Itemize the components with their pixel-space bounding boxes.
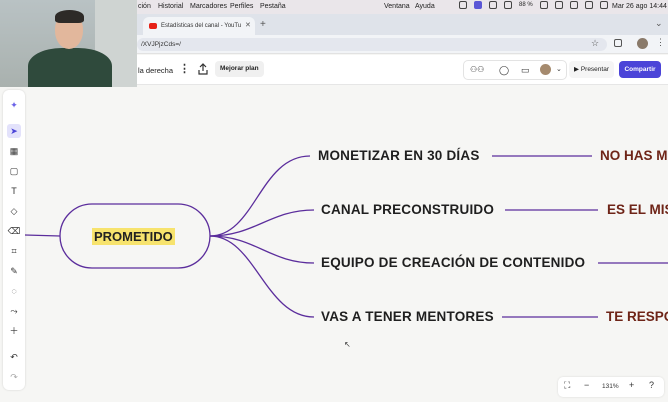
browser-profile-avatar[interactable] (637, 38, 648, 49)
central-node-label[interactable]: PROMETIDO (92, 228, 175, 245)
mouse-cursor-icon: ↖ (344, 340, 351, 349)
sub-node-4[interactable]: TE RESPO (606, 309, 668, 324)
connector-tool-icon[interactable]: ⤳ (7, 304, 21, 318)
branch-node-4[interactable]: VAS A TENER MENTORES (321, 309, 494, 324)
wifi-icon[interactable] (554, 1, 563, 9)
menu-item-ventana[interactable]: Ventana (384, 3, 410, 10)
align-right-label[interactable]: la derecha (138, 66, 173, 75)
menu-item-pestana[interactable]: Pestaña (260, 3, 286, 10)
add-tool-icon[interactable]: ＋ (7, 324, 21, 338)
zoom-out-icon[interactable]: − (584, 380, 589, 390)
browser-tab-youtube[interactable]: Estadísticas del canal - YouTu (143, 17, 255, 35)
new-tab-icon[interactable]: + (260, 19, 266, 30)
zoom-level[interactable]: 131% (602, 383, 619, 390)
zoom-in-icon[interactable]: + (629, 380, 634, 390)
incoming-connector (24, 234, 61, 237)
video-call-icon[interactable]: ▭ (521, 65, 530, 76)
present-label: Presentar (580, 66, 609, 73)
browser-menu-icon[interactable]: ⋮ (656, 37, 665, 48)
menu-item-ayuda[interactable]: Ayuda (415, 3, 435, 10)
dropbox-tray-icon[interactable] (504, 1, 512, 9)
text-tool-icon[interactable]: T (7, 184, 21, 198)
tab-title: Estadísticas del canal - YouTu (161, 23, 242, 29)
clock[interactable]: Mar 26 ago 14:44 (612, 3, 667, 10)
fit-to-screen-icon[interactable]: ⛶ (564, 380, 570, 391)
battery-percentage: 88 % (519, 2, 533, 8)
spotlight-icon[interactable] (569, 1, 578, 9)
user-avatar[interactable] (540, 64, 551, 75)
menu-item-marcadores[interactable]: Marcadores (190, 3, 227, 10)
pen-tool-icon[interactable]: ✎ (7, 264, 21, 278)
present-button[interactable]: ▶ Presentar (569, 61, 614, 78)
select-tool-icon[interactable]: ➤ (7, 124, 21, 138)
webcam-overlay (0, 0, 137, 87)
camera-tray-icon[interactable] (459, 1, 467, 9)
youtube-icon (149, 23, 157, 29)
extensions-icon[interactable] (614, 39, 622, 47)
app-tray-icon[interactable] (489, 1, 497, 9)
url-field[interactable]: /XVJPjzCds=/ (137, 38, 607, 51)
upgrade-plan-button[interactable]: Mejorar plan (215, 61, 264, 77)
help-icon[interactable]: ? (649, 380, 654, 390)
sticky-note-tool-icon[interactable]: ▢ (7, 164, 21, 178)
crop-tool-icon[interactable]: ⌗ (7, 244, 21, 258)
branch-node-3[interactable]: EQUIPO DE CREACIÓN DE CONTENIDO (321, 255, 585, 270)
share-button[interactable]: Compartir (619, 61, 661, 78)
avatar-dropdown-chevron-icon[interactable]: ⌄ (556, 65, 562, 73)
menu-item-historial[interactable]: Historial (158, 3, 183, 10)
siri-icon[interactable] (599, 1, 608, 9)
branch-node-1[interactable]: MONETIZAR EN 30 DÍAS (318, 148, 480, 163)
tab-list-chevron-icon[interactable]: ⌄ (655, 18, 663, 29)
battery-icon[interactable] (539, 1, 548, 9)
more-options-icon[interactable]: ⋮ (179, 62, 190, 75)
reactions-icon[interactable]: ⚇⚇ (470, 65, 484, 74)
menu-item-perfiles[interactable]: Perfiles (230, 3, 253, 10)
screen-share-tray-icon[interactable] (474, 1, 482, 9)
control-center-icon[interactable] (584, 1, 593, 9)
zoom-controls: ⛶ − 131% + ? (558, 377, 664, 397)
left-tool-palette: ✦ ➤ ▦ ▢ T ◇ ⌫ ⌗ ✎ ◌ ⤳ ＋ ↶ ↷ (3, 90, 25, 390)
bookmark-star-icon[interactable]: ☆ (591, 38, 599, 49)
sub-node-1[interactable]: NO HAS M (600, 148, 668, 163)
redo-icon[interactable]: ↷ (7, 370, 21, 384)
tab-close-icon[interactable]: ✕ (245, 21, 251, 29)
menu-item-partial[interactable]: ción (138, 3, 151, 10)
mindmap-canvas[interactable]: PROMETIDO MONETIZAR EN 30 DÍAS CANAL PRE… (0, 86, 668, 402)
collab-toolbar: ⚇⚇ ◯ ▭ ⌄ (463, 60, 567, 80)
branch-connector-4 (209, 235, 315, 318)
comment-icon[interactable]: ◯ (499, 65, 509, 76)
ai-sparkle-icon[interactable]: ✦ (7, 98, 21, 112)
eraser-tool-icon[interactable]: ⌫ (7, 224, 21, 238)
export-icon[interactable] (197, 63, 209, 75)
undo-icon[interactable]: ↶ (7, 350, 21, 364)
frame-tool-icon[interactable]: ▦ (7, 144, 21, 158)
shapes-tool-icon[interactable]: ◇ (7, 204, 21, 218)
comment-tool-icon[interactable]: ◌ (7, 284, 21, 298)
system-tray: 88 % (459, 1, 608, 9)
sub-node-2[interactable]: ES EL MIS (607, 202, 668, 217)
branch-node-2[interactable]: CANAL PRECONSTRUIDO (321, 202, 494, 217)
